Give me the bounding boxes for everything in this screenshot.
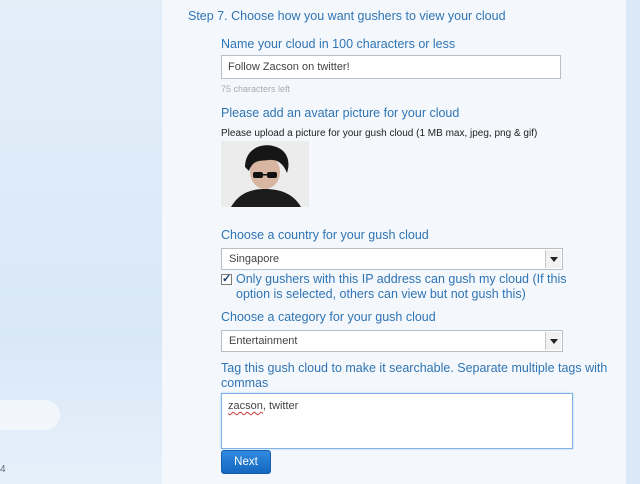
next-button[interactable]: Next xyxy=(221,450,271,474)
tags-input[interactable]: zacson, twitter xyxy=(221,393,573,449)
chevron-down-icon[interactable] xyxy=(545,250,561,268)
country-select[interactable]: Singapore xyxy=(221,248,563,270)
avatar-upload-hint: Please upload a picture for your gush cl… xyxy=(221,128,538,139)
ip-restriction-label: Only gushers with this IP address can gu… xyxy=(236,272,567,301)
page-background-right xyxy=(626,0,640,484)
cloud-decoration xyxy=(0,400,60,430)
characters-left-hint: 75 characters left xyxy=(221,84,291,94)
avatar-photo-icon xyxy=(221,141,309,207)
avatar-image[interactable] xyxy=(221,141,309,207)
ip-restriction-checkbox[interactable]: ✓ xyxy=(221,273,232,285)
misspelled-word: zacson xyxy=(228,400,263,412)
category-label: Choose a category for your gush cloud xyxy=(221,310,436,324)
cloud-name-input[interactable]: Follow Zacson on twitter! xyxy=(221,55,561,79)
category-select[interactable]: Entertainment xyxy=(221,330,563,352)
country-select-value: Singapore xyxy=(229,253,280,265)
avatar-label: Please add an avatar picture for your cl… xyxy=(221,106,460,120)
chevron-down-icon[interactable] xyxy=(545,332,561,350)
country-label: Choose a country for your gush cloud xyxy=(221,228,429,242)
step-title: Step 7. Choose how you want gushers to v… xyxy=(188,9,506,23)
tags-value-rest: , twitter xyxy=(262,400,299,412)
cloud-name-label: Name your cloud in 100 characters or les… xyxy=(221,37,456,51)
category-select-value: Entertainment xyxy=(229,335,298,347)
checkmark-icon: ✓ xyxy=(222,273,232,285)
tags-label: Tag this gush cloud to make it searchabl… xyxy=(221,361,608,390)
page-background-left xyxy=(0,0,162,484)
edge-mark: 4 xyxy=(0,464,6,475)
